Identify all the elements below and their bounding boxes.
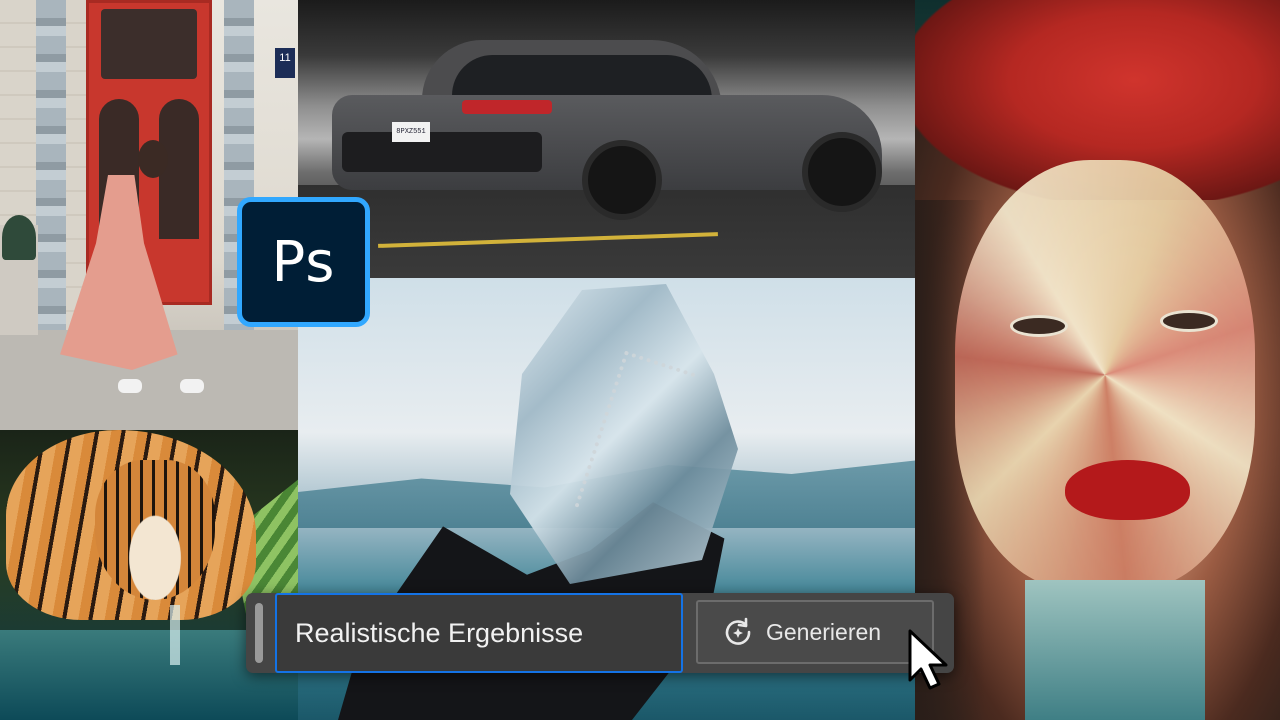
drag-handle[interactable] [255, 603, 263, 663]
generate-sparkle-icon [725, 617, 751, 645]
potted-plant [0, 215, 38, 335]
generate-button[interactable]: Generieren [696, 600, 934, 664]
teal-neck [1025, 580, 1205, 720]
front-wheel [802, 132, 882, 212]
photo-tiger-drinking [0, 430, 298, 720]
left-eye [1010, 315, 1068, 337]
generate-label: Generieren [766, 618, 882, 645]
grey-sports-car: 8PXZ551 [332, 40, 882, 220]
house-number-sign: 11 [275, 48, 295, 78]
rear-wheel [582, 140, 662, 220]
ornamental-pillar-left [36, 0, 66, 330]
white-sneakers [118, 365, 208, 393]
logo-text: Ps [271, 229, 336, 295]
license-plate: 8PXZ551 [392, 122, 430, 142]
red-lips [1065, 460, 1190, 520]
painting-portrait-woman [915, 0, 1280, 720]
photoshop-logo-icon: Ps [237, 197, 370, 327]
generative-fill-bar: Realistische Ergebnisse Generieren [246, 593, 954, 673]
impasto-face [955, 160, 1255, 590]
arrow-cursor-icon [908, 629, 948, 690]
woman-head [138, 140, 168, 178]
right-eye [1160, 310, 1218, 332]
water-stream [170, 605, 180, 665]
prompt-input[interactable]: Realistische Ergebnisse [275, 593, 683, 673]
taillight [462, 100, 552, 114]
photo-sports-car: 8PXZ551 [298, 0, 915, 278]
tiger-face [95, 460, 215, 600]
